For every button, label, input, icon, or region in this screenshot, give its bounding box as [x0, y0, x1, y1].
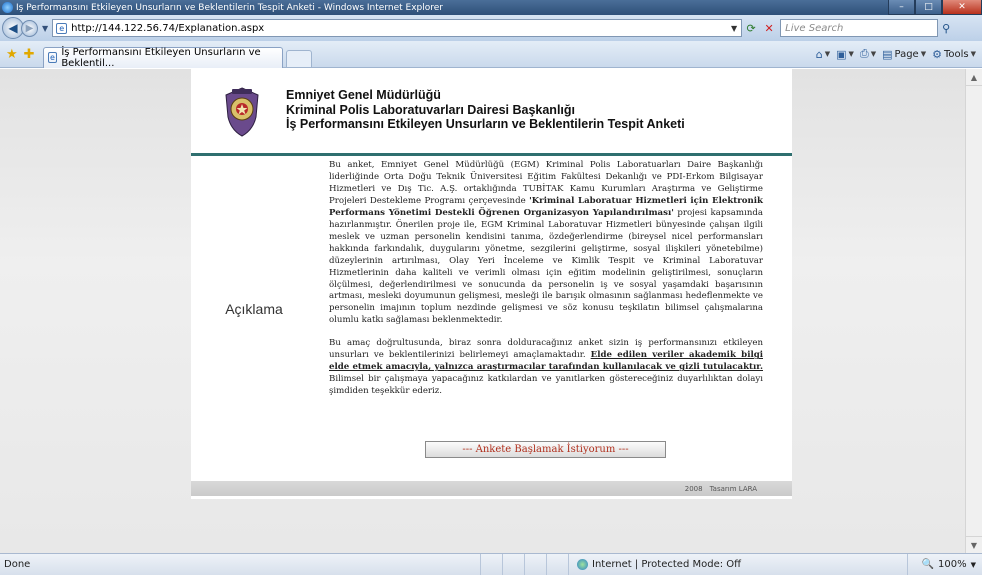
- status-text: Done: [4, 559, 31, 570]
- globe-icon: [577, 559, 588, 570]
- add-favorite-icon[interactable]: ✚: [24, 47, 35, 62]
- window-controls: – □ ✕: [888, 0, 982, 15]
- window-title: İş Performansını Etkileyen Unsurların ve…: [16, 2, 443, 13]
- paragraph-1: Bu anket, Emniyet Genel Müdürlüğü (EGM) …: [329, 160, 763, 326]
- police-emblem-icon: [225, 87, 259, 137]
- search-icon[interactable]: ⚲: [942, 22, 950, 35]
- scroll-up-icon[interactable]: ▲: [966, 69, 982, 86]
- page-header: Emniyet Genel Müdürlüğü Kriminal Polis L…: [191, 69, 792, 155]
- status-cells: [480, 553, 568, 575]
- tab-toolbar: ★ ✚ e İş Performansını Etkileyen Unsurla…: [0, 41, 982, 69]
- ie-icon: [2, 2, 13, 13]
- paragraph-2: Bu amaç doğrultusunda, biraz sonra doldu…: [329, 338, 763, 397]
- header-line-2: Kriminal Polis Laboratuvarları Dairesi B…: [286, 102, 575, 117]
- zoom-dropdown-icon[interactable]: ▼: [971, 561, 976, 569]
- zoom-level: 100%: [938, 559, 967, 570]
- home-button[interactable]: ⌂ ▼: [816, 48, 830, 61]
- search-placeholder: Live Search: [785, 22, 844, 34]
- feeds-button[interactable]: ▣ ▼: [836, 48, 854, 61]
- security-zone[interactable]: Internet | Protected Mode: Off: [568, 553, 778, 575]
- page-container: Emniyet Genel Müdürlüğü Kriminal Polis L…: [191, 69, 792, 499]
- window-titlebar: İş Performansını Etkileyen Unsurların ve…: [0, 0, 982, 15]
- status-bar: Done Internet | Protected Mode: Off 🔍 10…: [0, 553, 982, 575]
- command-bar: ⌂ ▼ ▣ ▼ ⎙ ▼ ▤ Page ▼ ⚙ Tools ▼: [816, 47, 982, 61]
- start-survey-button[interactable]: --- Ankete Başlamak İstiyorum ---: [425, 441, 666, 458]
- tab-title: İş Performansını Etkileyen Unsurların ve…: [61, 46, 261, 69]
- header-line-1: Emniyet Genel Müdürlüğü: [286, 88, 441, 102]
- gear-icon: ⚙: [932, 47, 942, 61]
- tools-menu[interactable]: ⚙ Tools ▼: [932, 48, 976, 61]
- tab-active[interactable]: e İş Performansını Etkileyen Unsurların …: [42, 46, 283, 69]
- footer-year: 2008: [684, 484, 703, 493]
- refresh-icon[interactable]: ⟳: [742, 19, 760, 37]
- header-titles: Emniyet Genel Müdürlüğü Kriminal Polis L…: [286, 88, 685, 132]
- zoom-control[interactable]: 🔍 100% ▼: [906, 553, 982, 575]
- print-icon: ⎙: [859, 47, 869, 60]
- page-icon: ▤: [882, 47, 893, 61]
- browser-viewport: Emniyet Genel Müdürlüğü Kriminal Polis L…: [0, 69, 982, 553]
- new-tab-button[interactable]: [285, 49, 312, 68]
- tab-page-icon: e: [47, 52, 58, 63]
- address-field[interactable]: e http://144.122.56.74/Explanation.aspx …: [52, 19, 743, 37]
- footer-credit: Tasarım LARA: [709, 484, 757, 493]
- recent-pages-dropdown-icon[interactable]: ▼: [42, 24, 48, 33]
- maximize-button[interactable]: □: [915, 0, 942, 15]
- section-label-column: Açıklama: [191, 156, 317, 461]
- forward-button[interactable]: ▶: [21, 19, 38, 37]
- explanation-text: Bu anket, Emniyet Genel Müdürlüğü (EGM) …: [329, 160, 763, 409]
- minimize-button[interactable]: –: [888, 0, 915, 15]
- section-label: Açıklama: [225, 300, 283, 317]
- page-menu[interactable]: ▤ Page ▼: [882, 48, 926, 61]
- zoom-icon: 🔍: [921, 559, 935, 570]
- address-toolbar: ◀ ▶ ▼ e http://144.122.56.74/Explanation…: [0, 15, 982, 41]
- zone-text: Internet | Protected Mode: Off: [592, 559, 742, 570]
- address-url[interactable]: http://144.122.56.74/Explanation.aspx: [71, 23, 727, 34]
- stop-icon[interactable]: ✕: [760, 19, 778, 37]
- address-dropdown-icon[interactable]: ▼: [727, 24, 741, 33]
- search-input[interactable]: Live Search: [780, 19, 939, 37]
- feeds-icon: ▣: [836, 47, 847, 61]
- scroll-down-icon[interactable]: ▼: [966, 536, 982, 553]
- page-footer: 2008 Tasarım LARA: [191, 481, 792, 496]
- close-button[interactable]: ✕: [942, 0, 982, 15]
- header-line-3: İş Performansını Etkileyen Unsurların ve…: [286, 117, 685, 131]
- favorites-star-icon[interactable]: ★: [6, 47, 18, 62]
- print-button[interactable]: ⎙ ▼: [860, 47, 876, 61]
- home-icon: ⌂: [815, 47, 823, 61]
- page-icon: e: [56, 22, 68, 34]
- vertical-scrollbar[interactable]: ▲ ▼: [965, 69, 982, 553]
